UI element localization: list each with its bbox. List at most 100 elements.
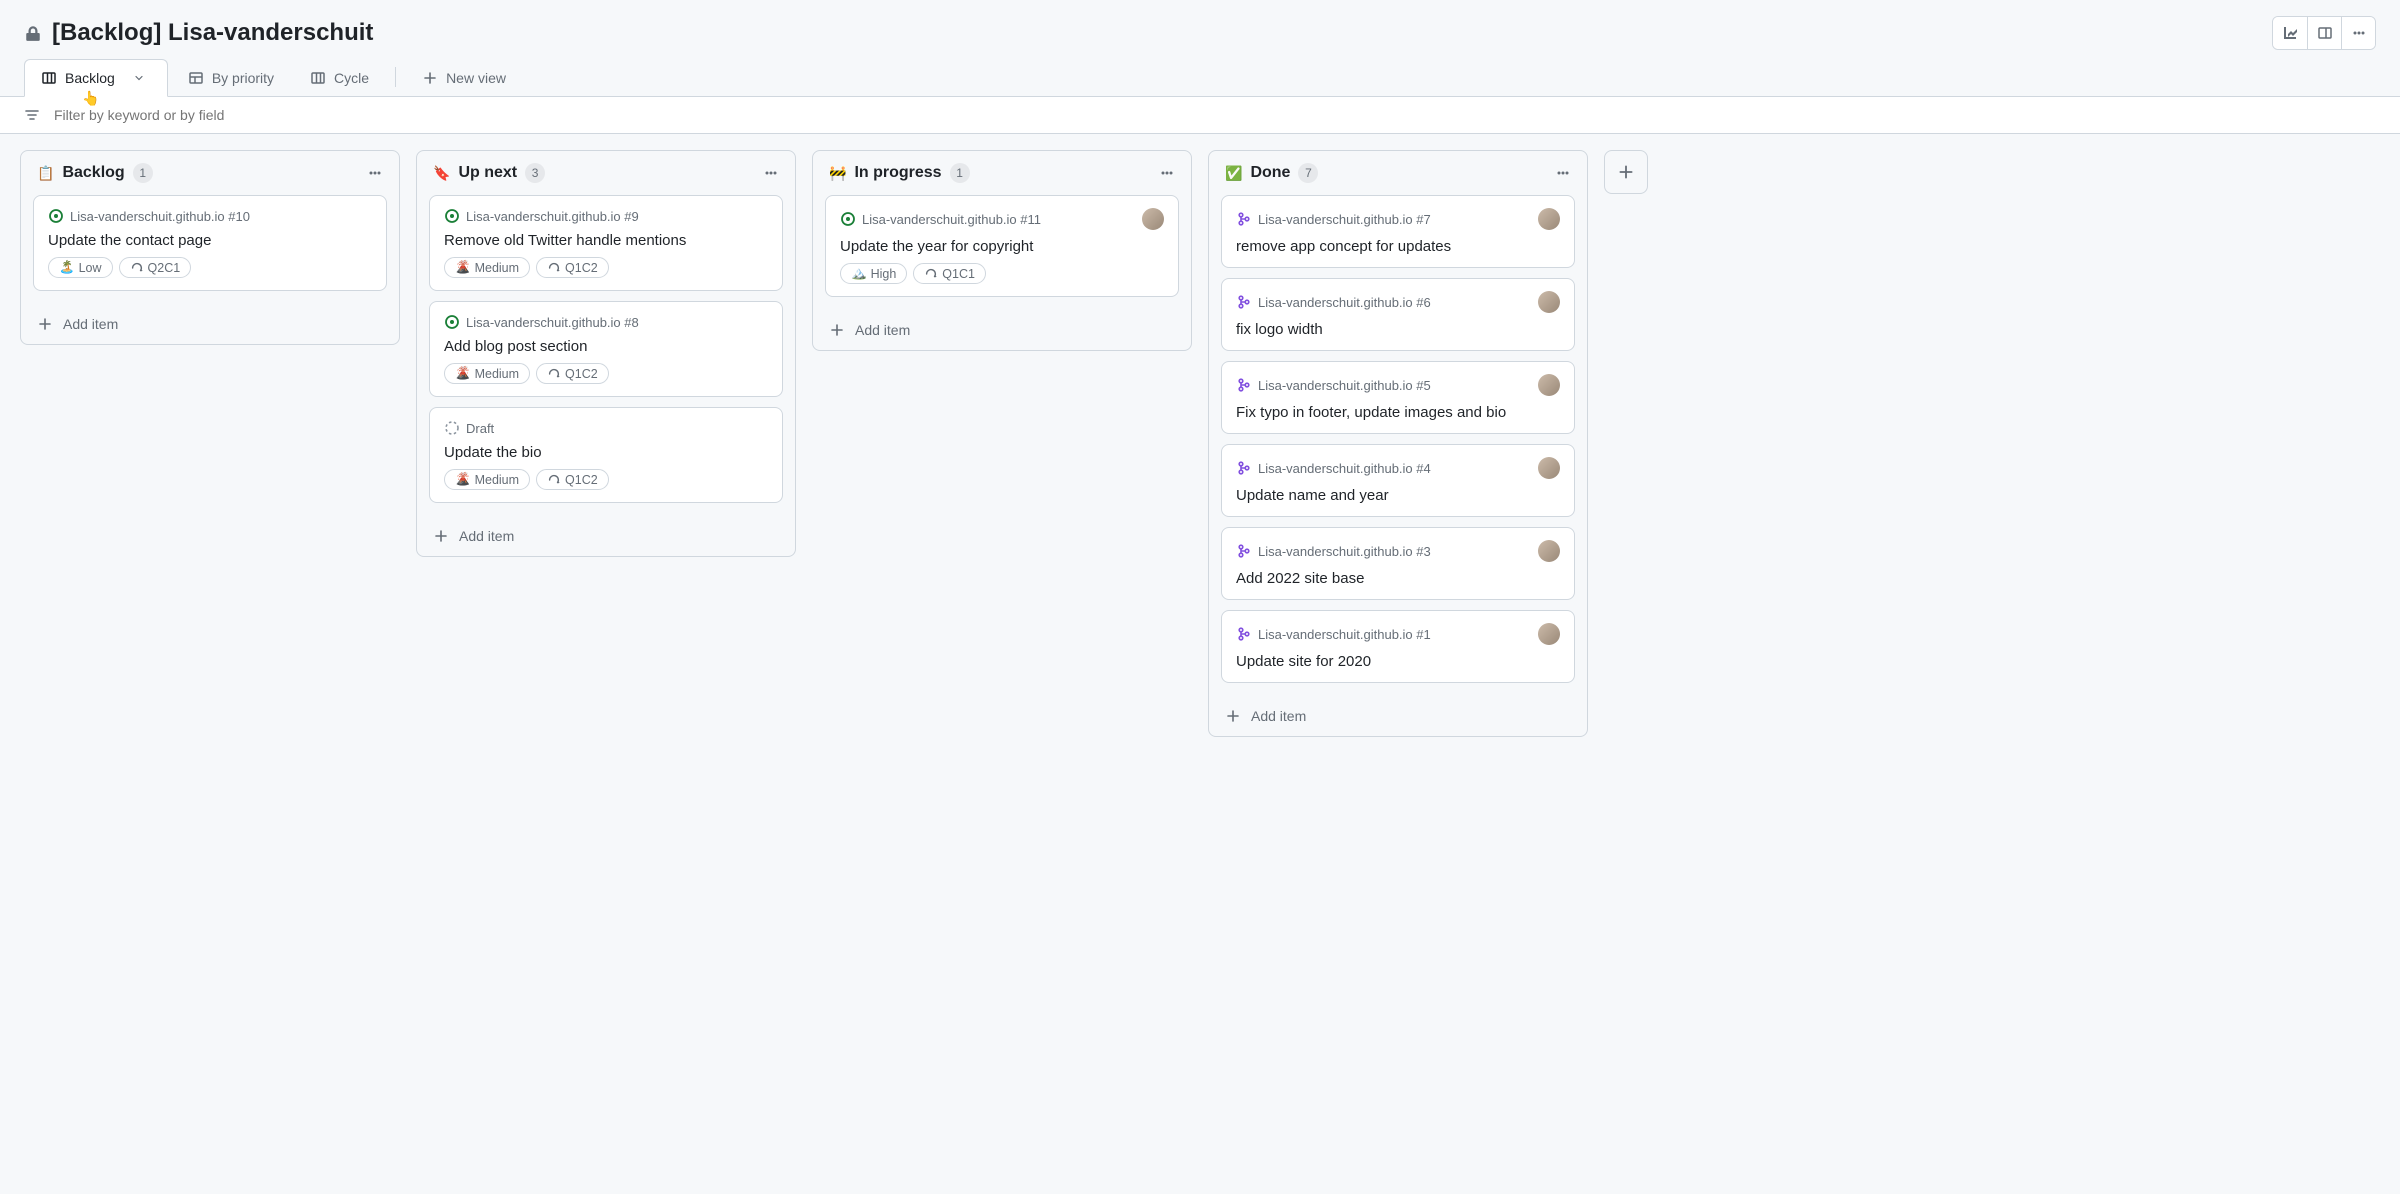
repo-text: Draft xyxy=(466,421,494,436)
label-pill[interactable]: Q1C2 xyxy=(536,363,609,384)
column-count: 1 xyxy=(950,163,970,183)
card[interactable]: Lisa-vanderschuit.github.io #10Update th… xyxy=(33,195,387,291)
card-title: Update the bio xyxy=(444,444,768,461)
repo-text: Lisa-vanderschuit.github.io #1 xyxy=(1258,627,1431,642)
label-pill[interactable]: 🌋Medium xyxy=(444,257,530,278)
card[interactable]: Lisa-vanderschuit.github.io #7remove app… xyxy=(1221,195,1575,268)
card[interactable]: Lisa-vanderschuit.github.io #6fix logo w… xyxy=(1221,278,1575,351)
card[interactable]: Lisa-vanderschuit.github.io #1Update sit… xyxy=(1221,610,1575,683)
tab-cycle[interactable]: Cycle xyxy=(294,60,385,96)
status-icon xyxy=(1236,626,1252,642)
add-item-label: Add item xyxy=(855,322,910,338)
more-menu-button[interactable] xyxy=(2341,17,2375,49)
label-pill[interactable]: 🏔️High xyxy=(840,263,907,284)
tab-label: By priority xyxy=(212,70,274,86)
card[interactable]: Draft Update the bio 🌋 Medium Q1C2 xyxy=(429,407,783,503)
card-repo[interactable]: Lisa-vanderschuit.github.io #7 xyxy=(1236,211,1431,227)
column-done: ✅Done7Lisa-vanderschuit.github.io #7remo… xyxy=(1208,150,1588,737)
card-labels: 🌋 Medium Q1C2 xyxy=(444,469,768,490)
repo-text: Lisa-vanderschuit.github.io #6 xyxy=(1258,295,1431,310)
label-emoji-icon: 🌋 xyxy=(455,366,471,381)
card-repo[interactable]: Lisa-vanderschuit.github.io #1 xyxy=(1236,626,1431,642)
column-menu-button[interactable] xyxy=(367,165,383,181)
status-icon xyxy=(1236,211,1252,227)
repo-text: Lisa-vanderschuit.github.io #9 xyxy=(466,209,639,224)
card-repo[interactable]: Lisa-vanderschuit.github.io #9 xyxy=(444,208,639,224)
card-repo[interactable]: Lisa-vanderschuit.github.io #5 xyxy=(1236,377,1431,393)
insights-button[interactable] xyxy=(2273,17,2307,49)
card-repo[interactable]: Lisa-vanderschuit.github.io #10 xyxy=(48,208,250,224)
card-repo[interactable]: Lisa-vanderschuit.github.io #6 xyxy=(1236,294,1431,310)
card[interactable]: Lisa-vanderschuit.github.io #3 Add 2022 s… xyxy=(1221,527,1575,600)
repo-text: Lisa-vanderschuit.github.io #8 xyxy=(466,315,639,330)
avatar[interactable] xyxy=(1142,208,1164,230)
plus-icon xyxy=(422,70,438,86)
repo-text: Lisa-vanderschuit.github.io #4 xyxy=(1258,461,1431,476)
label-pill[interactable]: Q1C1 xyxy=(913,263,986,284)
avatar[interactable] xyxy=(1538,291,1560,313)
label-emoji-icon: 🌋 xyxy=(455,260,471,275)
new-view-button[interactable]: New view xyxy=(406,60,522,96)
card-labels: 🌋Medium Q1C2 xyxy=(444,363,768,384)
card[interactable]: Lisa-vanderschuit.github.io #11Update th… xyxy=(825,195,1179,297)
add-item-label: Add item xyxy=(1251,708,1306,724)
tab-menu-button[interactable] xyxy=(127,70,151,86)
avatar[interactable] xyxy=(1538,457,1560,479)
label-pill[interactable]: 🏝️Low xyxy=(48,257,113,278)
label-text: Medium xyxy=(475,473,519,487)
card[interactable]: Lisa-vanderschuit.github.io #5Fix typo i… xyxy=(1221,361,1575,434)
tab-backlog[interactable]: Backlog xyxy=(24,59,168,97)
label-text: Q1C2 xyxy=(565,367,598,381)
repo-text: Lisa-vanderschuit.github.io #5 xyxy=(1258,378,1431,393)
label-emoji-icon: 🌋 xyxy=(455,472,471,487)
avatar[interactable] xyxy=(1538,540,1560,562)
card-repo[interactable]: Lisa-vanderschuit.github.io #3 xyxy=(1236,543,1431,559)
avatar[interactable] xyxy=(1538,374,1560,396)
card-repo[interactable]: Lisa-vanderschuit.github.io #8 xyxy=(444,314,639,330)
card[interactable]: Lisa-vanderschuit.github.io #8 Add blog p… xyxy=(429,301,783,397)
card-title: Add 2022 site base xyxy=(1236,570,1560,587)
card[interactable]: Lisa-vanderschuit.github.io #9Remove old… xyxy=(429,195,783,291)
repo-text: Lisa-vanderschuit.github.io #3 xyxy=(1258,544,1431,559)
add-item-label: Add item xyxy=(459,528,514,544)
label-pill[interactable]: 🌋 Medium xyxy=(444,469,530,490)
tab-label: Cycle xyxy=(334,70,369,86)
label-text: Q2C1 xyxy=(148,261,181,275)
plus-icon xyxy=(1225,708,1241,724)
add-item-button[interactable]: Add item xyxy=(813,309,1191,350)
label-pill[interactable]: Q1C2 xyxy=(536,469,609,490)
add-item-button[interactable]: Add item xyxy=(417,515,795,556)
filter-input[interactable] xyxy=(54,107,2376,123)
page-title: [Backlog] Lisa-vanderschuit xyxy=(52,19,373,47)
add-item-button[interactable]: Add item xyxy=(21,303,399,344)
label-pill[interactable]: Q2C1 xyxy=(119,257,192,278)
card-repo[interactable]: Lisa-vanderschuit.github.io #4 xyxy=(1236,460,1431,476)
card-repo[interactable]: Lisa-vanderschuit.github.io #11 xyxy=(840,211,1041,227)
avatar[interactable] xyxy=(1538,623,1560,645)
new-view-label: New view xyxy=(446,70,506,86)
column-emoji-icon: 📋 xyxy=(37,165,54,182)
filter-icon[interactable] xyxy=(24,107,40,123)
label-pill[interactable]: Q1C2 xyxy=(536,257,609,278)
card-labels: 🌋Medium Q1C2 xyxy=(444,257,768,278)
card[interactable]: Lisa-vanderschuit.github.io #4 Update nam… xyxy=(1221,444,1575,517)
column-emoji-icon: 🔖 xyxy=(433,165,450,182)
tab-by-priority[interactable]: By priority xyxy=(172,60,290,96)
column-inprogress: 🚧In progress1Lisa-vanderschuit.github.io… xyxy=(812,150,1192,351)
column-menu-button[interactable] xyxy=(763,165,779,181)
card-repo[interactable]: Draft xyxy=(444,420,494,436)
add-item-button[interactable]: Add item xyxy=(1209,695,1587,736)
avatar[interactable] xyxy=(1538,208,1560,230)
plus-icon xyxy=(829,322,845,338)
column-menu-button[interactable] xyxy=(1159,165,1175,181)
status-icon xyxy=(444,208,460,224)
column-menu-button[interactable] xyxy=(1555,165,1571,181)
label-pill[interactable]: 🌋Medium xyxy=(444,363,530,384)
column-count: 7 xyxy=(1298,163,1318,183)
repo-text: Lisa-vanderschuit.github.io #11 xyxy=(862,212,1041,227)
card-title: Add blog post section xyxy=(444,338,768,355)
panel-toggle-button[interactable] xyxy=(2307,17,2341,49)
board: 📋Backlog1Lisa-vanderschuit.github.io #10… xyxy=(0,134,2400,1168)
card-title: Update name and year xyxy=(1236,487,1560,504)
add-column-button[interactable] xyxy=(1604,150,1648,194)
